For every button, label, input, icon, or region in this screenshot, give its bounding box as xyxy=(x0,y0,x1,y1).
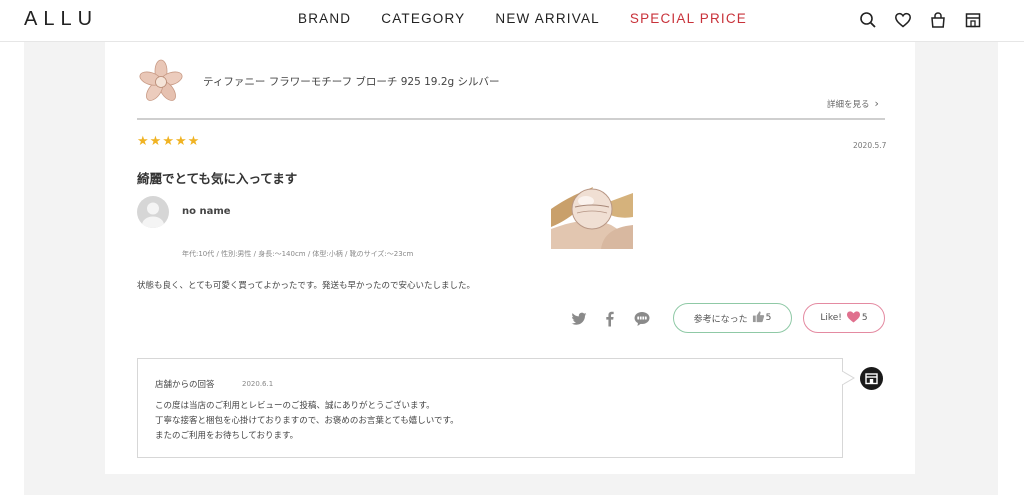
helpful-button[interactable]: 参考になった 5 xyxy=(673,303,792,333)
header-icons xyxy=(842,11,982,29)
helpful-label: 参考になった xyxy=(693,314,748,325)
search-icon[interactable] xyxy=(859,11,877,29)
review-body: 状態も良く、とても可愛く買ってよかったです。発送も早かったので安心いたしました。 xyxy=(137,281,476,291)
store-icon[interactable] xyxy=(964,11,982,29)
reply-line: 丁寧な接客と梱包を心掛けておりますので、お褒めのお言葉とても嬉しいです。 xyxy=(155,416,459,426)
menu-item-new-arrival[interactable]: NEW ARRIVAL xyxy=(495,11,599,26)
product-divider xyxy=(137,118,885,120)
twitter-icon[interactable] xyxy=(570,310,588,328)
star-icon: ★ xyxy=(174,134,187,149)
reply-pointer xyxy=(842,371,855,385)
bag-icon[interactable] xyxy=(929,11,947,29)
heart-filled-icon xyxy=(846,310,861,326)
avatar xyxy=(137,196,169,228)
star-icon: ★ xyxy=(187,134,200,149)
helpful-count: 5 xyxy=(765,313,772,323)
review-title: 綺麗でとても気に入ってます xyxy=(137,171,298,186)
view-details-label: 詳細を見る xyxy=(827,99,870,110)
reply-line: この度は当店のご利用とレビューのご投稿、誠にありがとうございます。 xyxy=(155,401,435,411)
menu-item-category[interactable]: CATEGORY xyxy=(381,11,465,26)
star-rating: ★ ★ ★ ★ ★ xyxy=(137,135,200,149)
review-date: 2020.5.7 xyxy=(853,141,887,150)
reviewer-name: no name xyxy=(182,206,231,217)
product-thumbnail[interactable] xyxy=(137,58,185,106)
facebook-icon[interactable] xyxy=(601,310,619,328)
reviewer-attributes: 年代:10代 / 性別:男性 / 身長:〜140cm / 体型:小柄 / 靴のサ… xyxy=(182,250,414,258)
star-icon: ★ xyxy=(137,134,149,149)
top-navigation: ALLU BRAND CATEGORY NEW ARRIVAL SPECIAL … xyxy=(0,0,1024,42)
chevron-right-icon: › xyxy=(874,97,879,110)
store-icon xyxy=(860,367,883,390)
star-icon: ★ xyxy=(162,134,174,149)
like-button[interactable]: Like! 5 xyxy=(803,303,885,333)
menu-item-special-price[interactable]: SPECIAL PRICE xyxy=(630,11,747,26)
heart-icon[interactable] xyxy=(894,11,912,29)
main-menu: BRAND CATEGORY NEW ARRIVAL SPECIAL PRICE xyxy=(298,11,777,26)
product-name[interactable]: ティファニー フラワーモチーフ ブローチ 925 19.2g シルバー xyxy=(203,74,500,89)
menu-item-brand[interactable]: BRAND xyxy=(298,11,351,26)
reply-line: またのご利用をお待ちしております。 xyxy=(155,431,299,441)
review-photo[interactable] xyxy=(551,165,633,249)
star-icon: ★ xyxy=(149,134,162,149)
line-icon[interactable] xyxy=(633,310,651,328)
site-logo[interactable]: ALLU xyxy=(24,8,98,31)
reply-heading: 店舗からの回答 xyxy=(155,380,215,390)
thumbs-up-icon xyxy=(752,310,765,326)
reply-date: 2020.6.1 xyxy=(242,380,274,388)
like-label: Like! xyxy=(820,313,842,323)
like-count: 5 xyxy=(861,313,868,323)
view-details-link[interactable]: 詳細を見る › xyxy=(827,97,879,110)
